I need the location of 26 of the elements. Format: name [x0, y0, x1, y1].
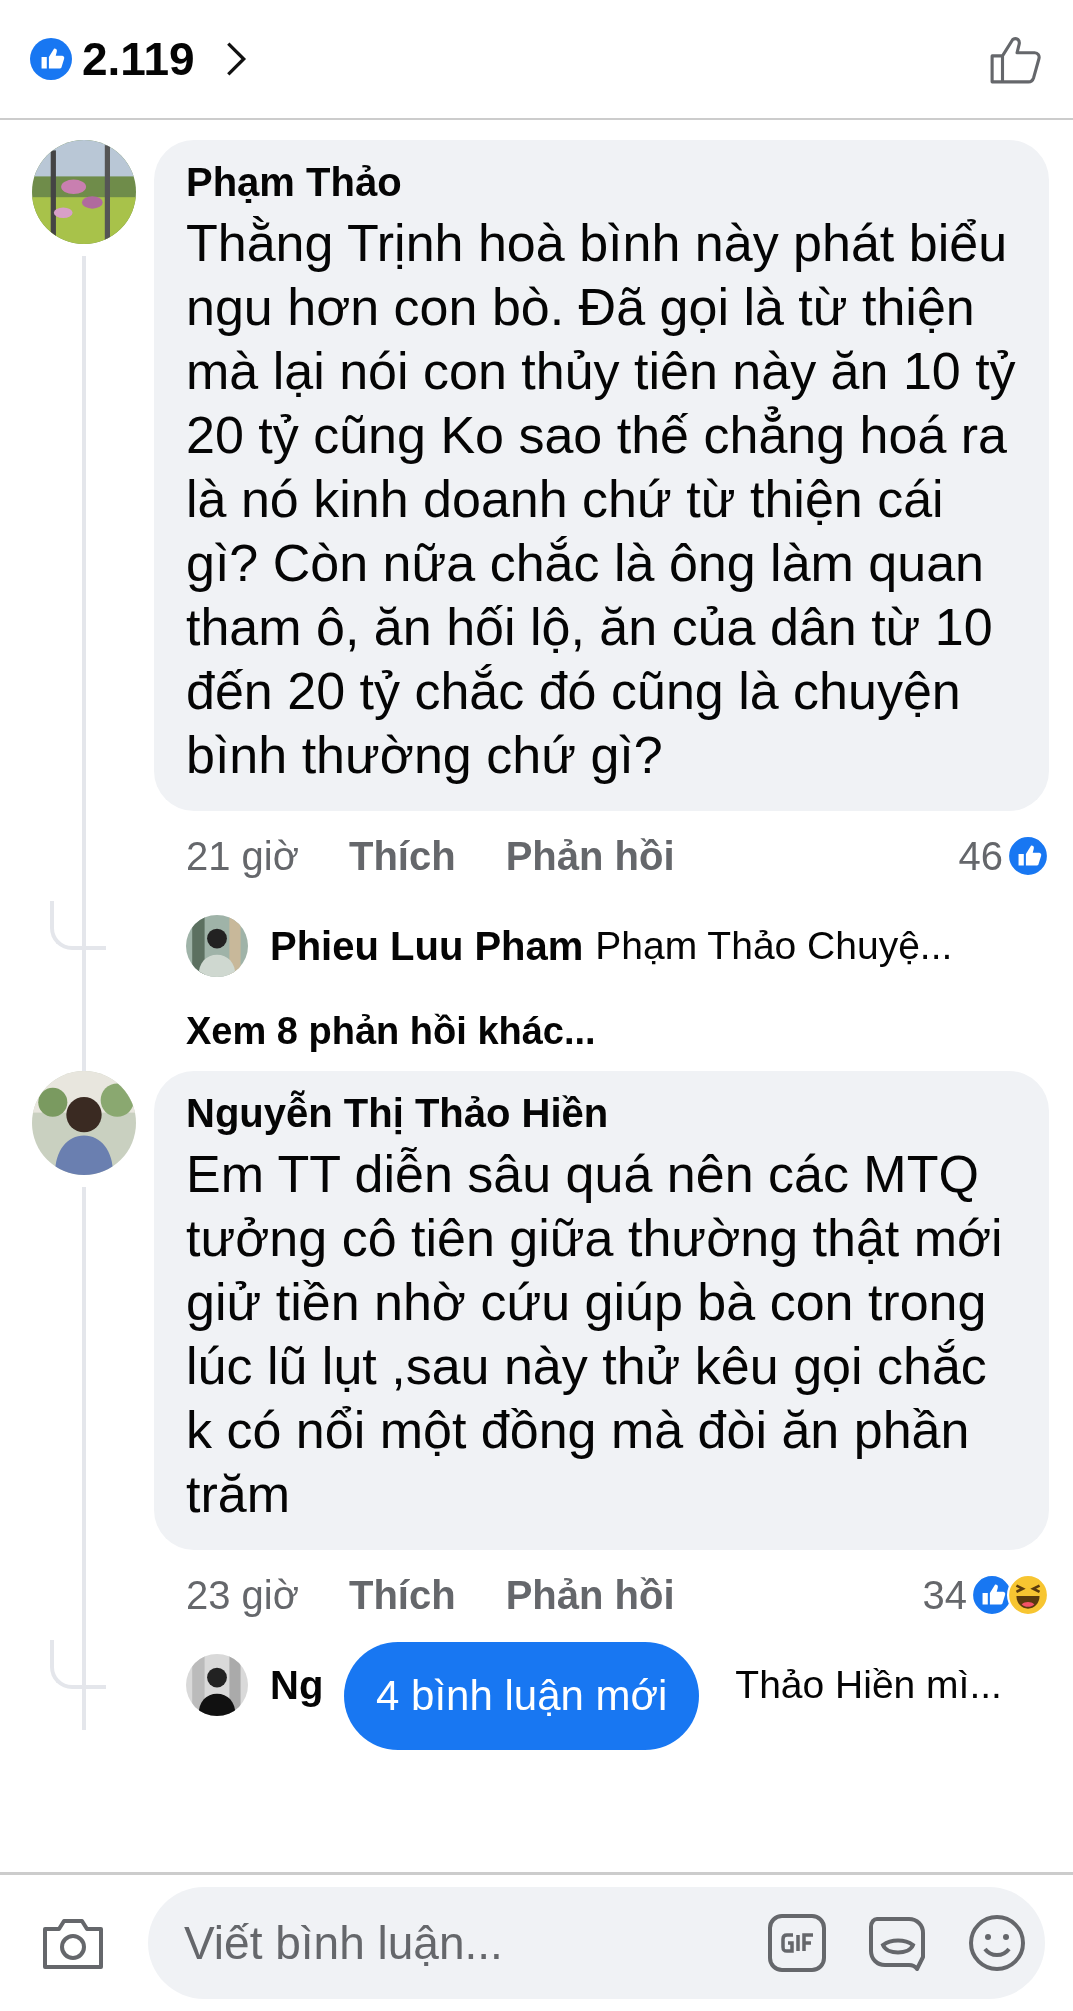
reply-text[interactable]: Thảo Hiền mì... [735, 1663, 1002, 1707]
reply-link[interactable]: Phản hồi [505, 1572, 675, 1618]
emoji-icon[interactable] [967, 1913, 1027, 1973]
laughing-emoji-icon [1007, 1574, 1049, 1616]
reaction-count[interactable]: 34 [922, 1572, 967, 1618]
more-replies-link[interactable]: Xem 8 phản hồi khác... [154, 991, 1049, 1071]
reply-author[interactable]: Phieu Luu Pham [270, 923, 584, 969]
new-comments-toast[interactable]: 4 bình luận mới [344, 1642, 700, 1750]
author-name[interactable]: Phạm Thảo [186, 160, 1019, 205]
like-link[interactable]: Thích [348, 833, 456, 879]
reply-link[interactable]: Phản hồi [505, 833, 675, 879]
comment-text: Em TT diễn sâu quá nên các MTQ tưởng cô tiên giữa thường thật mới giử tiền nhờ cứu giúp bà con trong lúc lũ lụt ,sau này thử kêu gọi chắc k có nổi một đồng mà đòi ăn phần trăm [186, 1144, 1004, 1525]
reaction-count[interactable]: 46 [958, 833, 1003, 879]
gif-icon[interactable] [767, 1913, 827, 1973]
like-icon [30, 38, 72, 80]
comment-time: 23 giờ [186, 1572, 299, 1618]
reply-text[interactable]: Phạm Thảo Chuyệ... [595, 924, 953, 968]
like-link[interactable]: Thích [348, 1572, 456, 1618]
chevron-right-icon[interactable] [224, 40, 247, 78]
comment-time: 21 giờ [186, 833, 299, 879]
like-icon [1007, 835, 1049, 877]
reaction-count[interactable]: 2.119 [82, 32, 195, 86]
reply-author[interactable]: Ng [270, 1662, 324, 1708]
comment-field[interactable]: Viết bình luận... [148, 1887, 1045, 1999]
author-name[interactable]: Nguyễn Thị Thảo Hiền [186, 1091, 1019, 1136]
comment-text: Thằng Trịnh hoà bình này phát biểu ngu hơn con bò. Đã gọi là từ thiện mà lại nói con thủy tiên này ăn 10 tỷ 20 tỷ cũng Ko sao thế chẳng hoá ra là nó kinh doanh chứ từ thiện cái gì? Còn nữa chắc là ông làm quan tham ô, ăn hối lộ, ăn của dân từ 10 đến 20 tỷ chắc đó cũng là chuyện bình thường chứ gì? [186, 213, 1017, 786]
